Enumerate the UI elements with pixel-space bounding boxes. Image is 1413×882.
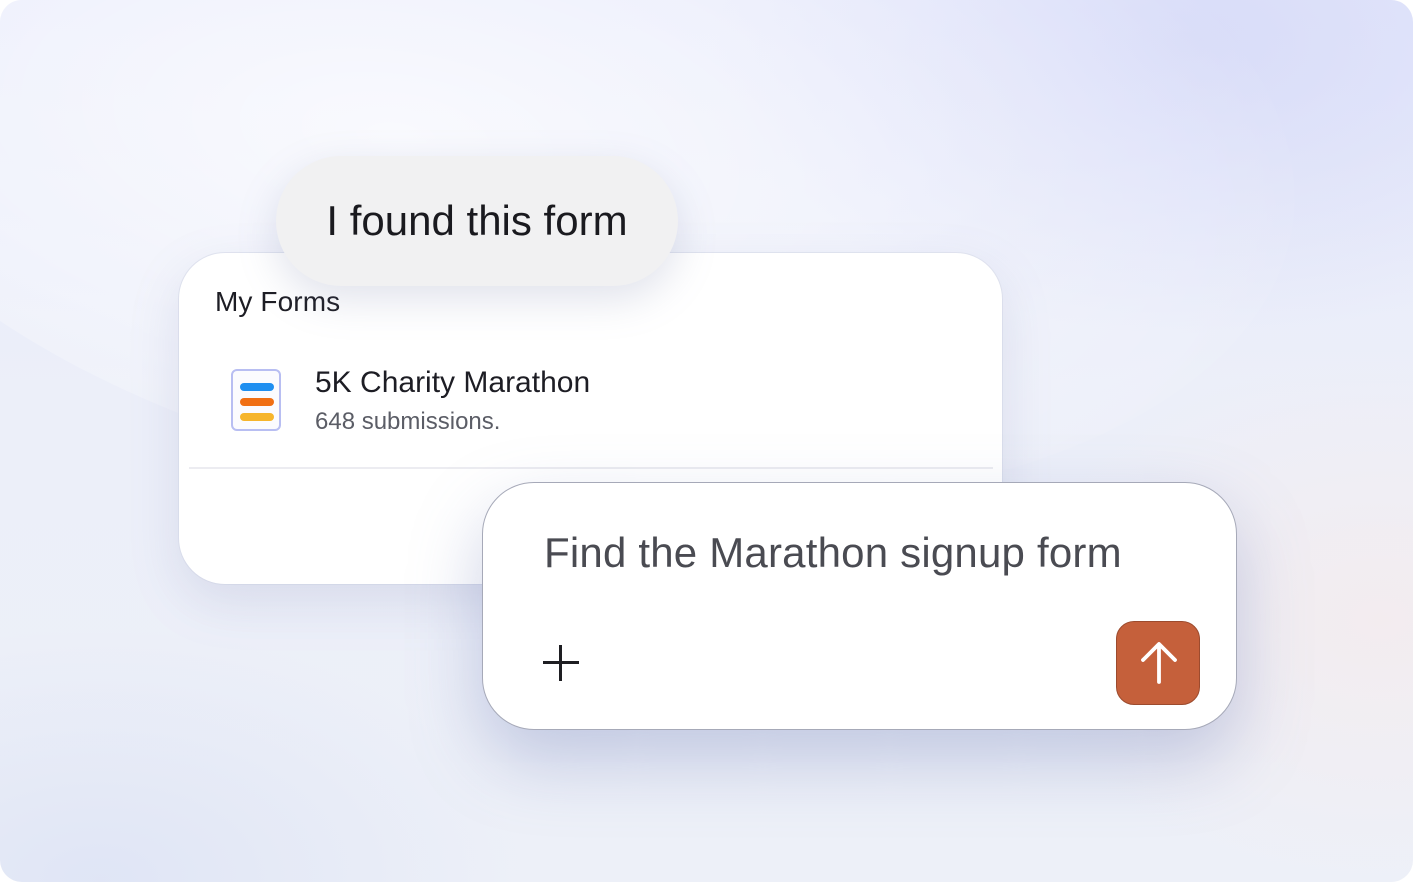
form-icon-bar-orange xyxy=(240,398,274,406)
form-list-item[interactable]: 5K Charity Marathon 648 submissions. xyxy=(189,348,993,468)
my-forms-title: My Forms xyxy=(215,286,341,317)
form-name: 5K Charity Marathon xyxy=(315,366,591,399)
prompt-input-text[interactable]: Find the Marathon signup form xyxy=(544,529,1122,577)
assistant-message-text: I found this form xyxy=(326,197,628,244)
form-document-icon xyxy=(231,369,281,431)
add-attachment-button[interactable] xyxy=(539,641,583,685)
prompt-input-box[interactable]: Find the Marathon signup form xyxy=(482,482,1237,730)
form-icon-bar-yellow xyxy=(240,413,274,421)
assistant-message-bubble: I found this form xyxy=(276,156,678,286)
form-icon-bar-blue xyxy=(240,383,274,391)
plus-icon-stroke xyxy=(559,645,562,681)
form-submission-count: 648 submissions. xyxy=(315,408,501,435)
arrow-up-icon xyxy=(1141,642,1177,684)
send-button[interactable] xyxy=(1116,621,1200,705)
background-canvas: My Forms 5K Charity Marathon 648 submiss… xyxy=(0,0,1413,882)
list-divider xyxy=(189,467,993,469)
